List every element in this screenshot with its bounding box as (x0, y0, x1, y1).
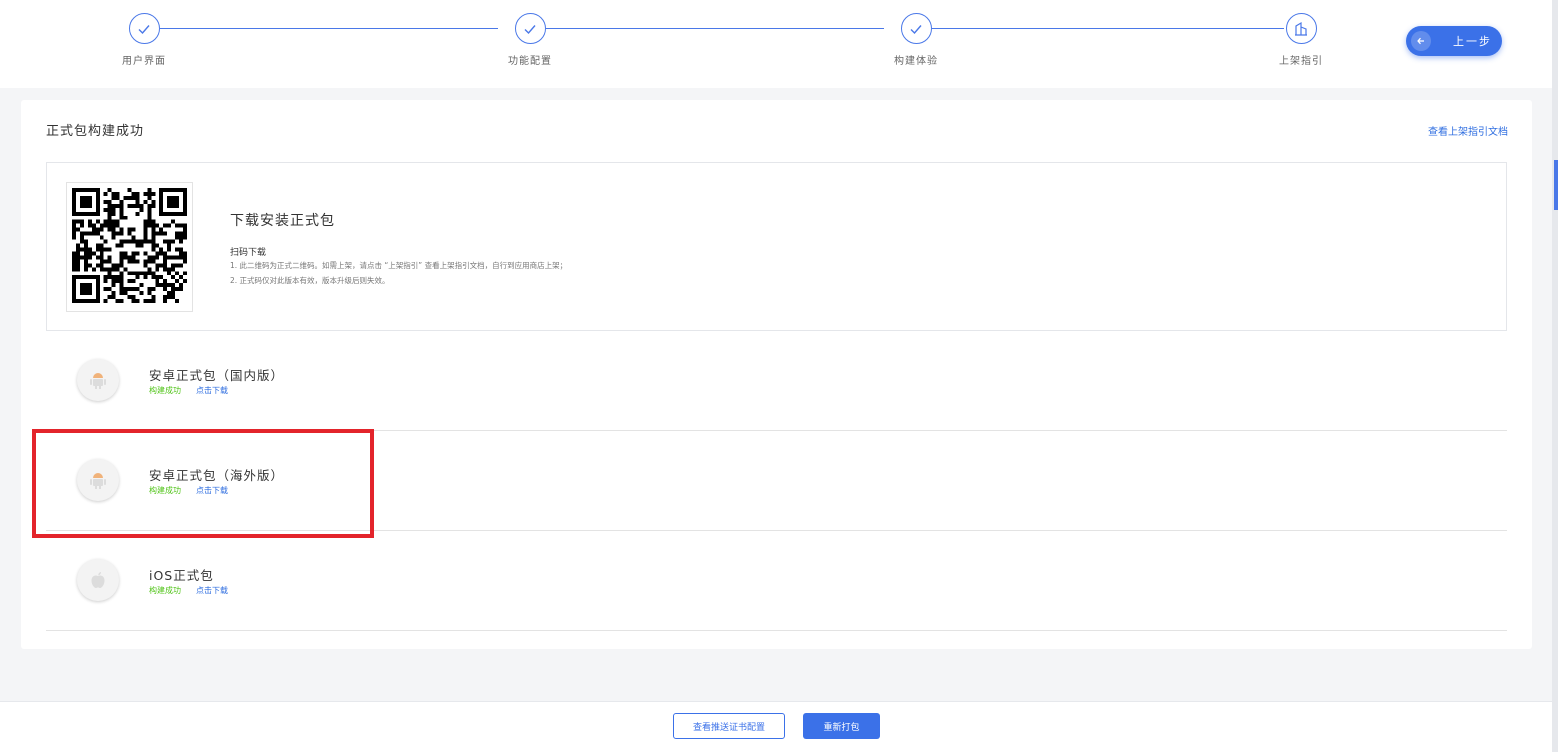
download-link[interactable]: 点击下载 (196, 385, 228, 396)
step-label: 用户界面 (122, 56, 166, 67)
qr-note: 1. 此二维码为正式二维码。如需上架，请点击 “上架指引” 查看上架指引文档，自… (230, 261, 568, 270)
step-label: 功能配置 (508, 56, 552, 67)
prev-step-button[interactable]: 上一步 (1406, 26, 1502, 56)
step-build-experience[interactable]: 构建体验 (886, 13, 946, 67)
build-result-card: 正式包构建成功 查看上架指引文档 下载安装正式包 扫码下载 1. 此二维码为正式… (21, 100, 1532, 649)
scrollbar-track[interactable] (1552, 0, 1558, 752)
step-label: 构建体验 (894, 56, 938, 67)
qr-heading: 下载安装正式包 (230, 213, 335, 229)
step-connector (932, 28, 1284, 29)
publish-guide-link[interactable]: 查看上架指引文档 (1428, 123, 1508, 138)
apple-icon (77, 559, 119, 601)
check-icon (900, 13, 932, 44)
qr-download-panel: 下载安装正式包 扫码下载 1. 此二维码为正式二维码。如需上架，请点击 “上架指… (46, 162, 1507, 331)
qr-note: 2. 正式码仅对此版本有效，版本升级后则失效。 (230, 276, 390, 285)
download-link[interactable]: 点击下载 (196, 585, 228, 596)
android-icon (77, 359, 119, 401)
package-name: iOS正式包 (149, 568, 214, 583)
stepper-bar: 用户界面 功能配置 构建体验 上架指引 上一步 (0, 0, 1552, 88)
step-connector (160, 28, 498, 29)
footer-bar: 查看推送证书配置 重新打包 (0, 701, 1552, 752)
building-icon (1285, 13, 1317, 44)
qr-subtitle: 扫码下载 (230, 248, 267, 258)
step-feature-config[interactable]: 功能配置 (500, 13, 560, 67)
highlight-box (32, 429, 374, 538)
step-publish-guide[interactable]: 上架指引 (1271, 13, 1331, 67)
step-user-interface[interactable]: 用户界面 (114, 13, 174, 67)
card-title: 正式包构建成功 (46, 124, 145, 139)
step-connector (546, 28, 884, 29)
check-icon (514, 13, 546, 44)
scrollbar-thumb[interactable] (1554, 160, 1558, 210)
rebuild-button[interactable]: 重新打包 (803, 713, 880, 739)
step-label: 上架指引 (1279, 56, 1323, 67)
prev-step-label: 上一步 (1453, 35, 1492, 48)
arrow-left-icon (1411, 31, 1431, 51)
package-name: 安卓正式包（国内版） (149, 368, 285, 383)
package-row-ios: iOS正式包 构建成功 点击下载 (46, 531, 1507, 631)
check-icon (128, 13, 160, 44)
package-status: 构建成功 (149, 386, 181, 395)
package-status: 构建成功 (149, 586, 181, 595)
push-cert-config-button[interactable]: 查看推送证书配置 (673, 713, 785, 739)
qr-code (66, 182, 193, 312)
package-row-android-domestic: 安卓正式包（国内版） 构建成功 点击下载 (46, 331, 1507, 431)
